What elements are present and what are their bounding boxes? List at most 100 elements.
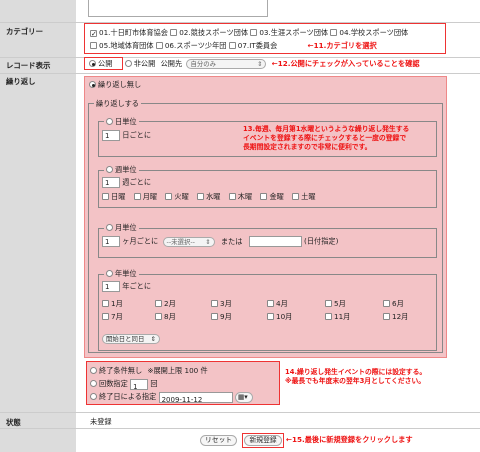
weekday-wed[interactable]: 水曜 [197,192,220,201]
checkbox-icon[interactable] [228,42,236,49]
checkbox-icon[interactable] [228,193,236,200]
month-checkbox[interactable]: 12月 [383,310,433,323]
category-option-01[interactable]: 01.十日町市体育協会 [90,28,168,37]
week-interval-input[interactable]: 1 [102,177,120,188]
month-checkbox[interactable]: 5月 [325,297,383,310]
day-interval-input[interactable]: 1 [102,130,120,141]
month-checkbox[interactable]: 4月 [267,297,325,310]
end-count-suffix: 回 [150,379,158,388]
month-checkbox[interactable]: 11月 [325,310,383,323]
checkbox-icon[interactable] [102,193,109,200]
checkbox-icon[interactable] [133,193,141,200]
checkbox-icon[interactable] [267,300,274,307]
month-checkbox[interactable]: 3月 [211,297,267,310]
month-date-input[interactable] [248,236,302,247]
category-option-04[interactable]: 04.学校スポーツ団体 [330,28,408,37]
category-label: カテゴリー [6,27,43,36]
radio-icon[interactable] [106,270,113,277]
public-dest-select[interactable]: 自分のみ ⇕ [186,59,267,69]
checkbox-icon[interactable] [197,193,205,200]
weekday-sun[interactable]: 日曜 [102,192,125,201]
checkbox-icon[interactable] [102,313,109,320]
checkbox-icon[interactable] [267,313,274,320]
checkbox-icon[interactable] [383,313,390,320]
register-button[interactable]: 新規登録 [244,435,282,446]
year-unit-radio[interactable]: 年単位 [104,269,139,279]
weekday-thu[interactable]: 木曜 [228,192,252,201]
checkbox-icon[interactable] [250,29,258,36]
checkbox-icon[interactable] [155,42,163,49]
category-option-06[interactable]: 06.スポーツ少年団 [155,41,226,50]
end-count-radio[interactable]: 回数指定 1 回 [90,377,253,391]
start-select[interactable]: 開始日と同日 ⇕ [102,334,160,344]
or-label: または [220,236,243,246]
radio-icon[interactable] [106,118,113,125]
end-count-input[interactable]: 1 [130,378,149,391]
checkbox-icon[interactable] [383,300,390,307]
radio-icon[interactable] [106,166,113,173]
checkbox-icon[interactable] [292,193,300,200]
month-unit-radio[interactable]: 月単位 [104,223,139,233]
calendar-button[interactable]: ▦▾ [234,392,253,403]
checkbox-icon[interactable] [211,300,218,307]
radio-icon[interactable] [90,393,97,400]
repeat-group-legend: 繰り返しする [94,99,141,109]
checkbox-icon[interactable] [90,42,97,49]
category-option-05[interactable]: 05.地域体育団体 [90,41,154,50]
end-date-radio[interactable]: 終了日による指定 2009-11-12 ▦▾ [90,390,253,404]
checkbox-icon[interactable] [330,29,338,36]
weekday-tue[interactable]: 火曜 [165,192,189,201]
month-checkbox[interactable]: 7月 [102,310,155,323]
month-interval-input[interactable]: 1 [102,236,120,247]
week-unit-radio[interactable]: 週単位 [104,165,139,175]
weekday-mon[interactable]: 月曜 [133,192,157,201]
radio-icon[interactable] [106,224,113,231]
end-date-input[interactable]: 2009-11-12 [158,391,233,404]
checkbox-icon[interactable] [211,313,218,320]
weekday-fri[interactable]: 金曜 [260,192,284,201]
day-unit-radio[interactable]: 日単位 [104,117,139,127]
checkbox-icon[interactable] [165,193,173,200]
month-checkbox[interactable]: 8月 [155,310,211,323]
radio-icon[interactable] [89,60,96,67]
year-interval-input[interactable]: 1 [102,281,120,292]
checkbox-icon[interactable] [170,29,178,36]
checkbox-icon[interactable] [155,300,162,307]
annotation-13: 13.毎週、毎月第1水曜というような繰り返し発生する イベントを登録する際にチェ… [243,125,410,151]
chevron-down-icon: ⇕ [205,237,211,246]
checkbox-icon[interactable] [325,300,332,307]
weekday-sat[interactable]: 土曜 [292,192,316,201]
private-radio[interactable]: 非公開 [124,59,155,68]
annotation-14: 14.繰り返し発生イベントの際には設定する。 ※最長でも年度末の翌年3月としてく… [285,368,427,385]
day-suffix: 日ごとに [122,130,152,140]
end-none-radio[interactable]: 終了条件無し ※展開上限 100 件 [90,364,253,377]
checkbox-icon[interactable] [260,193,268,200]
radio-icon[interactable] [89,81,96,88]
description-textarea[interactable] [88,0,268,17]
month-select[interactable]: --未選択-- ⇕ [162,236,215,247]
month-checkbox[interactable]: 6月 [383,297,433,310]
category-option-03[interactable]: 03.生涯スポーツ団体 [250,28,328,37]
checkbox-icon[interactable] [102,300,109,307]
checkbox-icon[interactable] [90,30,97,37]
radio-icon[interactable] [90,380,97,387]
category-option-02[interactable]: 02.競技スポーツ団体 [170,28,248,37]
checkbox-icon[interactable] [155,313,162,320]
register-button-highlight: 新規登録 [242,433,284,448]
category-option-07[interactable]: 07.IT委員会 [228,41,277,50]
month-checkbox[interactable]: 9月 [211,310,267,323]
month-checkbox[interactable]: 2月 [155,297,211,310]
radio-icon[interactable] [124,60,132,67]
month-checkbox[interactable]: 1月 [102,297,155,310]
repeat-none-radio[interactable]: 繰り返し無し [89,80,141,90]
repeat-label: 繰り返し [6,77,36,86]
year-suffix: 年ごとに [122,281,152,291]
month-checkbox[interactable]: 10月 [267,310,325,323]
public-radio[interactable]: 公開 [89,59,112,68]
checkbox-icon[interactable] [325,313,332,320]
record-options: 公開 非公開 公開先 自分のみ ⇕ ←12.公開にチェックが入っていることを確認 [89,59,479,69]
status-label: 状態 [6,418,21,427]
reset-button[interactable]: リセット [200,435,238,446]
radio-icon[interactable] [90,367,97,374]
weekday-row: 日曜 月曜 火曜 水曜 木曜 金曜 土曜 [102,192,316,202]
